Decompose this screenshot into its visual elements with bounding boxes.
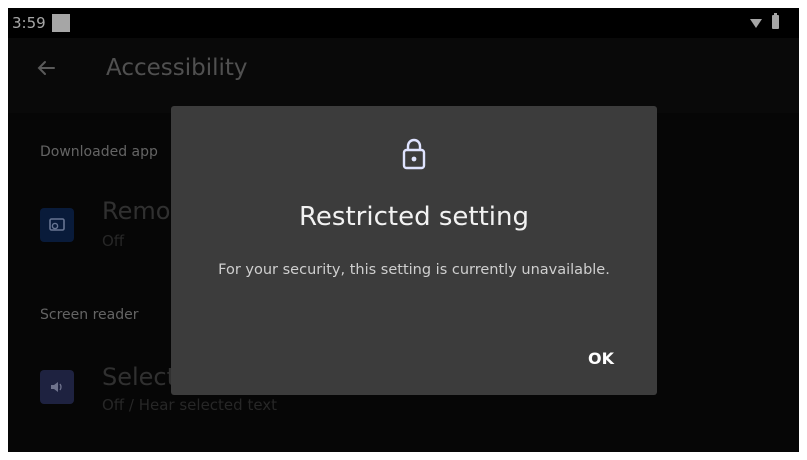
dialog-title: Restricted setting [299, 202, 529, 232]
device-screen: 3:59 Accessibility Downloaded app Remot … [8, 8, 799, 452]
restricted-setting-dialog: Restricted setting For your security, th… [171, 106, 657, 395]
ok-button[interactable]: OK [577, 342, 625, 376]
lock-icon [402, 138, 426, 170]
dialog-message: For your security, this setting is curre… [218, 262, 610, 278]
